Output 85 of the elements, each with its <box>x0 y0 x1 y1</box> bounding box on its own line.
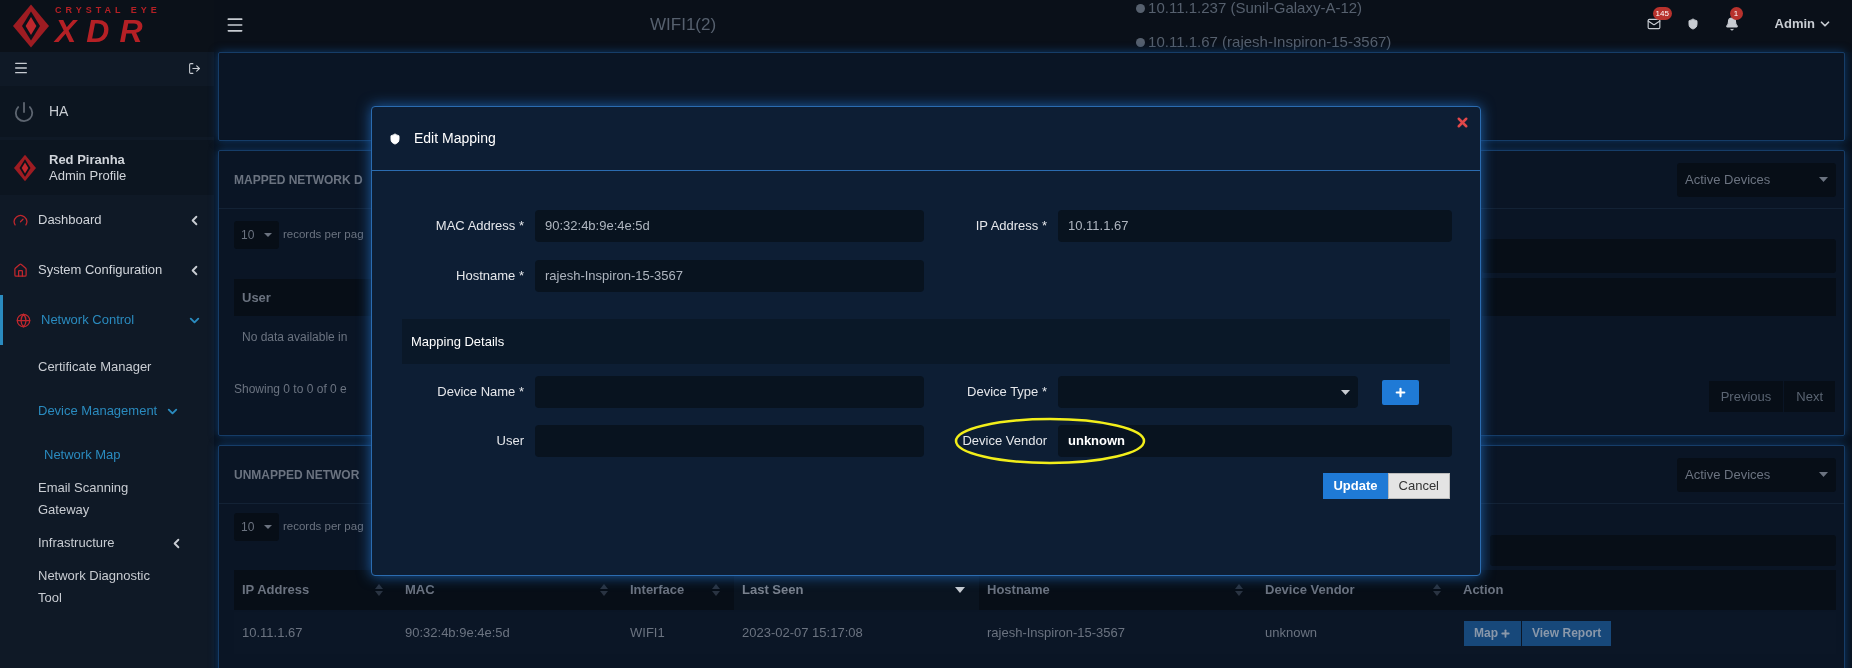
profile-name: Red Piranha <box>49 151 126 168</box>
column-header: User <box>242 288 271 307</box>
filter-select[interactable]: Active Devices <box>1677 457 1836 492</box>
caret-icon <box>1819 472 1828 477</box>
filter-select[interactable]: Active Devices <box>1677 162 1836 197</box>
menu-item-icon <box>16 312 31 328</box>
field-label: Device Name * <box>436 383 524 402</box>
plus-icon <box>1500 627 1511 639</box>
select-field[interactable] <box>1058 376 1358 408</box>
host-label: 10.11.1.67 (rajesh-Inspiron-15-3567) <box>1148 34 1392 50</box>
field-label: Device Vendor <box>961 432 1047 451</box>
cancel-button[interactable]: Cancel <box>1387 473 1450 499</box>
profile-role: Admin Profile <box>49 167 127 184</box>
panel-title: UNMAPPED NETWOR <box>234 466 360 484</box>
shield-icon <box>389 132 401 145</box>
table-cell-text: 90:32:4b:9e:4e:5d <box>404 624 511 643</box>
submenu-item[interactable]: Network Map <box>0 433 214 477</box>
page-length-label: records per pag <box>283 227 364 243</box>
mail-icon[interactable] <box>1646 16 1661 31</box>
input-field[interactable]: unknown <box>1058 425 1452 457</box>
logo-wordmark: XDR <box>55 14 153 47</box>
submenu-item[interactable]: Device Management <box>0 389 214 433</box>
column-header[interactable]: Device Vendor <box>1257 570 1455 610</box>
search-field[interactable] <box>1490 535 1836 566</box>
menu-item-icon <box>13 212 28 228</box>
mail-count-badge: 145 <box>1652 6 1672 20</box>
menu-item[interactable]: System Configuration <box>0 245 214 295</box>
field-label: User <box>495 432 524 451</box>
bell-icon[interactable] <box>1724 16 1739 31</box>
field-label: Hostname * <box>455 267 524 286</box>
view-report-button[interactable]: View Report <box>1522 620 1612 646</box>
page-length-label: records per pag <box>283 519 364 535</box>
submenu-item[interactable]: Infrastructure <box>0 521 214 565</box>
shield-icon[interactable] <box>1686 17 1699 30</box>
field-label: Device Type * <box>966 383 1047 402</box>
page-length-select[interactable]: 10 <box>234 221 279 249</box>
input-field[interactable]: 10.11.1.67 <box>1058 210 1452 242</box>
close-icon <box>1455 115 1470 130</box>
alert-count-badge: 1 <box>1729 6 1743 20</box>
dialog-title: Edit Mapping <box>414 129 496 148</box>
plus-icon <box>1394 385 1407 399</box>
input-field[interactable]: 90:32:4b:9e:4e:5d <box>535 210 924 242</box>
panel-title: MAPPED NETWORK D <box>234 171 363 189</box>
submenu-item[interactable]: Network Diagnostic Tool <box>0 565 214 609</box>
menu-icon[interactable] <box>225 15 245 35</box>
column-header[interactable]: Action <box>1455 570 1836 610</box>
user-menu[interactable]: Admin <box>1774 14 1832 34</box>
menu-item[interactable]: Dashboard <box>0 195 214 245</box>
add-button[interactable] <box>1382 379 1419 405</box>
submenu-item[interactable]: Email Scanning Gateway <box>0 477 214 521</box>
search-field[interactable] <box>1482 239 1836 273</box>
table-info: Showing 0 to 0 of 0 e <box>234 381 348 398</box>
logout-icon[interactable] <box>188 61 201 75</box>
caret-icon <box>1819 177 1828 182</box>
table-cell-text: WIFI1 <box>629 624 666 643</box>
table-cell-text: rajesh-Inspiron-15-3567 <box>986 624 1127 643</box>
caret-icon <box>264 525 272 529</box>
menu-item-icon <box>13 262 28 278</box>
column-header[interactable]: Hostname <box>979 570 1257 610</box>
power-icon <box>13 100 35 123</box>
menu-item[interactable]: Network Control <box>0 295 214 345</box>
host-label: 10.11.1.237 (Sunil-Galaxy-A-12) <box>1148 0 1363 16</box>
logo-diamond-icon <box>13 3 49 49</box>
ha-item[interactable]: HA <box>0 86 214 137</box>
caret-icon <box>264 233 272 237</box>
empty-table-message: No data available in <box>241 329 349 346</box>
map-button[interactable]: Map <box>1464 620 1521 646</box>
update-button[interactable]: Update <box>1323 473 1388 499</box>
logo-tagline: CRYSTAL EYE <box>55 5 161 15</box>
column-header[interactable]: MAC <box>397 570 622 610</box>
column-header[interactable]: Interface <box>622 570 734 610</box>
input-field[interactable]: rajesh-Inspiron-15-3567 <box>535 260 924 292</box>
column-header[interactable]: IP Address <box>234 570 397 610</box>
menu-icon[interactable] <box>13 60 29 76</box>
table-cell-text: 10.11.1.67 <box>241 624 304 643</box>
close-button[interactable] <box>1455 115 1470 130</box>
submenu-item[interactable]: Certificate Manager <box>0 345 214 389</box>
caret-icon <box>1341 389 1350 395</box>
section-header: Mapping Details <box>402 319 1450 364</box>
page-length-select[interactable]: 10 <box>234 513 279 541</box>
wifi-label: WIFI1(2) <box>650 14 717 36</box>
table-cell-text: 2023-02-07 15:17:08 <box>741 624 864 643</box>
table-cell-text: unknown <box>1264 624 1319 643</box>
field-label: MAC Address * <box>434 217 524 236</box>
field-label: IP Address * <box>974 217 1047 236</box>
